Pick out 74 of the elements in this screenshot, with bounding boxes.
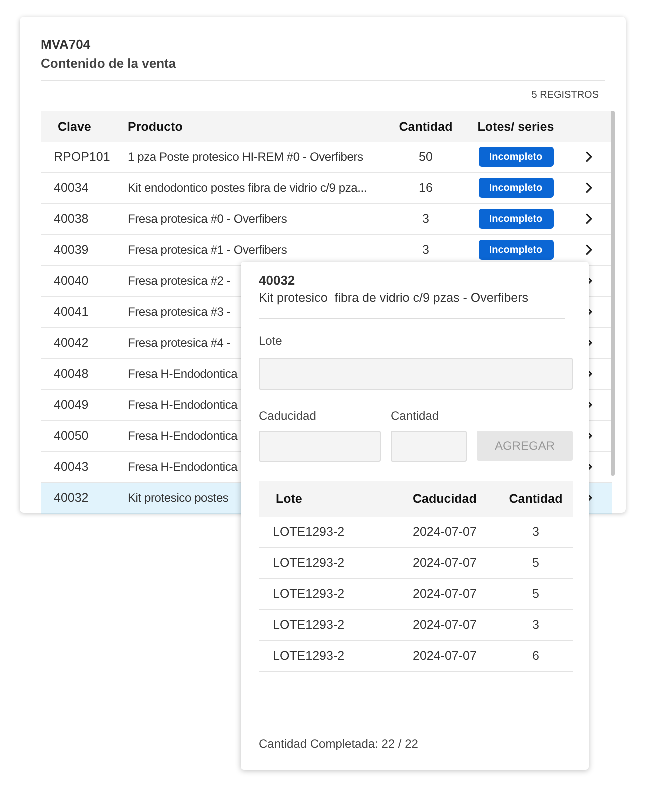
column-header: Producto — [128, 120, 184, 134]
table-cell-text: 40038 — [54, 212, 90, 226]
field-label: Caducidad — [259, 409, 318, 423]
completed-quantity: Cantidad Completada: 22 / 22 — [259, 737, 418, 751]
table-cell-text: 2024-07-07 — [413, 618, 478, 632]
table-cell: 1 pza Poste protesico HI-REM #0 - Overfibers — [128, 150, 364, 164]
chevron-right-icon[interactable] — [585, 213, 593, 225]
table-cell-text: LOTE1293-2 — [273, 587, 346, 601]
table-cell-text: LOTE1293-2 — [273, 618, 346, 632]
sale-code: MVA704 — [41, 36, 92, 53]
table-cell-text: LOTE1293-2 — [273, 525, 346, 539]
chevron-right-icon[interactable] — [585, 182, 593, 194]
table-cell-text: 40042 — [54, 336, 90, 350]
table-cell: 16 — [419, 181, 433, 195]
table-cell: Fresa protesica #1 - Overfibers — [128, 243, 288, 257]
field-label: Lote — [259, 334, 284, 348]
column-header: Cantidad — [398, 120, 454, 134]
status-button[interactable]: Incompleto — [478, 209, 554, 229]
table-cell-text: 6 — [532, 649, 540, 663]
table-cell-text: 40039 — [54, 243, 90, 257]
table-cell-text: 5 — [532, 556, 540, 570]
table-row[interactable]: 40034 Kit endodontico postes fibra de vidrio c/9 pza... 16 Incompleto — [41, 173, 612, 204]
table-cell: Fresa protesica #0 - Overfibers — [128, 212, 288, 226]
table-cell: 3 — [422, 243, 430, 257]
column-header: Clave — [57, 120, 92, 134]
table-cell-text: 3 — [532, 525, 540, 539]
table-cell-text: 40034 — [54, 181, 90, 195]
table-cell: Fresa H-Endodontica — [128, 367, 238, 381]
product-name: Kit protesico fibra de vidrio c/9 pzas - Overfibers — [259, 290, 530, 307]
table-cell-text: LOTE1293-2 — [273, 649, 346, 663]
table-cell: Fresa H-Endodontica — [128, 460, 238, 474]
table-cell: Fresa H-Endodontica — [128, 429, 238, 443]
table-cell-text: LOTE1293-2 — [273, 556, 346, 570]
lote-field[interactable] — [259, 358, 573, 390]
status-button[interactable]: Incompleto — [478, 240, 554, 260]
table-cell-text: 2024-07-07 — [413, 525, 478, 539]
table-cell-text: 5 — [532, 587, 540, 601]
table-cell-text: 2024-07-07 — [413, 556, 478, 570]
table-cell: 50 — [419, 150, 433, 164]
status-button[interactable]: Incompleto — [478, 147, 554, 167]
cantidad-field[interactable] — [391, 431, 467, 462]
table-cell-text: 40040 — [54, 274, 90, 288]
sale-title: Contenido de la venta — [41, 55, 178, 73]
table-cell: Kit endodontico postes fibra de vidrio c/9 pza... — [128, 181, 368, 195]
chevron-right-icon[interactable] — [585, 244, 593, 256]
scrollbar[interactable] — [611, 111, 615, 476]
table-cell-text: RPOP101 — [54, 150, 112, 164]
table-cell: 3 — [422, 212, 430, 226]
table-row[interactable]: RPOP101 1 pza Poste protesico HI-REM #0 - Overfibers 50 Incompleto — [41, 142, 612, 173]
column-header: Lotes/ series — [476, 120, 556, 134]
table-cell-text: 2024-07-07 — [413, 587, 478, 601]
column-header: Lote — [275, 492, 304, 506]
table-cell: Fresa H-Endodontica — [128, 398, 238, 412]
status-button[interactable]: Incompleto — [478, 178, 554, 198]
column-header: Caducidad — [413, 492, 478, 506]
table-cell-text: 2024-07-07 — [413, 649, 478, 663]
table-cell: Fresa protesica #3 - — [128, 305, 231, 319]
chevron-right-icon[interactable] — [585, 151, 593, 163]
table-cell-text: 40041 — [54, 305, 90, 319]
table-cell-text: 3 — [532, 618, 540, 632]
field-label: Cantidad — [391, 409, 440, 423]
table-row[interactable]: 40038 Fresa protesica #0 - Overfibers 3 Incompleto — [41, 204, 612, 235]
table-cell: Fresa protesica #4 - — [128, 336, 231, 350]
product-code: 40032 — [259, 272, 296, 289]
table-cell-text: 40049 — [54, 398, 90, 412]
table-cell-text: 40032 — [54, 491, 90, 505]
table-cell-text: 40048 — [54, 367, 90, 381]
column-header: Cantidad — [508, 492, 564, 506]
table-cell: Fresa protesica #2 - — [128, 274, 231, 288]
table-cell: Kit protesico postes — [128, 491, 229, 505]
table-cell-text: 40050 — [54, 429, 90, 443]
caducidad-field[interactable] — [259, 431, 381, 462]
record-count: 5 REGISTROS — [532, 89, 599, 103]
table-cell-text: 40043 — [54, 460, 90, 474]
